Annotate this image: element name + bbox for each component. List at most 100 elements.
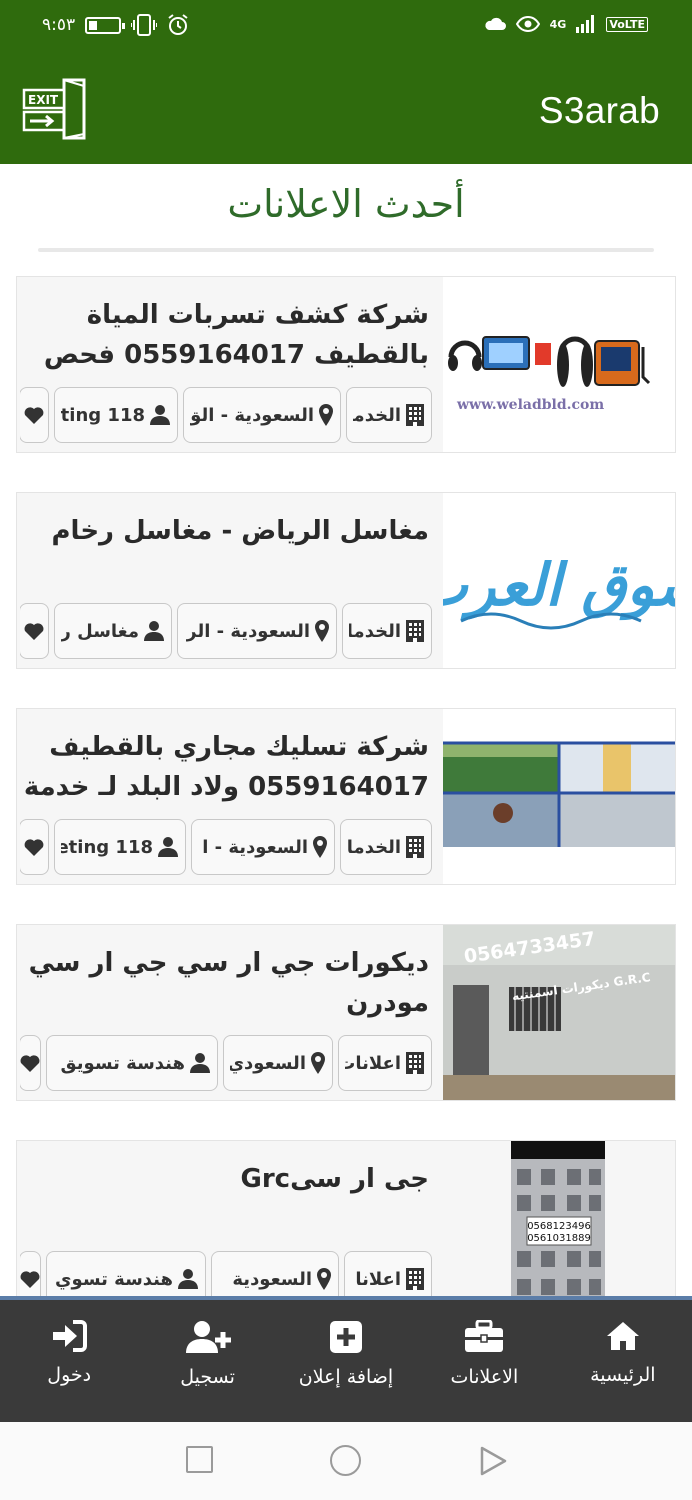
volte-badge: VoLTE <box>606 16 648 32</box>
user-label: rketing 118 <box>61 836 153 858</box>
thumbnail-phone: 0568123496 <box>527 1221 591 1232</box>
nav-home[interactable]: الرئيسية <box>554 1300 692 1422</box>
ad-card[interactable]: شركة تسليك مجاري بالقطيف 0559164017 ولاد… <box>16 708 676 885</box>
map-marker-icon <box>319 404 333 426</box>
user-chip[interactable]: هندسة تسويق <box>46 1035 218 1091</box>
heart-icon <box>24 407 44 424</box>
ad-card[interactable]: 0568123496 0561031889 جى ار سىGrc اعلانا… <box>16 1140 676 1296</box>
user-chip[interactable]: مغاسل ر <box>54 603 172 659</box>
ad-thumbnail[interactable]: 0568123496 0561031889 <box>443 1141 675 1296</box>
nav-register[interactable]: تسجيل <box>138 1300 276 1422</box>
map-marker-icon <box>313 836 327 858</box>
ad-meta: الخدما السعودية - الق keting 118 <box>20 387 432 443</box>
category-chip[interactable]: الخدما <box>342 603 432 659</box>
heart-icon <box>20 1055 40 1072</box>
location-chip[interactable]: السعودية - الق <box>183 387 341 443</box>
ad-card[interactable]: www.weladbld.com شركة كشف تسربات المياة … <box>16 276 676 453</box>
building-facade-image: 0568123496 0561031889 <box>443 1141 675 1296</box>
user-chip[interactable]: هندسة تسوي <box>46 1251 206 1296</box>
user-label: هندسة تسوي <box>55 1268 173 1290</box>
ad-thumbnail[interactable]: www.weladbld.com <box>443 277 675 452</box>
nav-register-label: تسجيل <box>180 1366 235 1388</box>
ad-card[interactable]: سوق العرب مغاسل الرياض - مغاسل رخام الخد… <box>16 492 676 669</box>
building-icon <box>406 836 424 858</box>
heart-icon <box>20 1271 40 1288</box>
status-time: ٩:٥٣ <box>42 15 76 35</box>
briefcase-icon <box>465 1320 504 1352</box>
system-nav-bar <box>0 1422 692 1500</box>
nav-add-ad[interactable]: إضافة إعلان <box>277 1300 415 1422</box>
user-label: مغاسل ر <box>61 620 139 642</box>
ad-thumbnail[interactable] <box>443 709 675 884</box>
app-bar: EXIT S3arab <box>0 56 692 164</box>
location-label: السعودية - ا <box>202 836 308 858</box>
location-chip[interactable]: السعودية - الر <box>177 603 337 659</box>
location-chip[interactable]: السعودي <box>223 1035 333 1091</box>
ad-title[interactable]: شركة كشف تسربات المياة بالقطيف 055916401… <box>19 295 429 387</box>
ad-title[interactable]: شركة تسليك مجاري بالقطيف 0559164017 ولاد… <box>19 727 429 819</box>
favorite-button[interactable] <box>20 1035 41 1091</box>
nav-ads-label: الاعلانات <box>450 1366 519 1388</box>
location-label: السعودية <box>232 1268 312 1290</box>
user-chip[interactable]: rketing 118 <box>54 819 186 875</box>
ad-card[interactable]: 0564733457 ديكورات اسمنتيه G.R.C ديكورات… <box>16 924 676 1101</box>
category-chip[interactable]: الخدما <box>346 387 432 443</box>
ad-title[interactable]: جى ار سىGrc <box>19 1159 429 1251</box>
logo-text: سوق العرب <box>443 551 675 621</box>
nav-login-label: دخول <box>47 1364 92 1386</box>
favorite-button[interactable] <box>20 1251 41 1296</box>
back-icon[interactable] <box>478 1446 508 1476</box>
map-marker-icon <box>317 1268 331 1290</box>
nav-login[interactable]: دخول <box>0 1300 138 1422</box>
cloud-icon <box>485 17 506 30</box>
location-chip[interactable]: السعودية - ا <box>191 819 335 875</box>
location-chip[interactable]: السعودية <box>211 1251 339 1296</box>
exit-icon[interactable]: EXIT <box>22 78 86 140</box>
status-bar: ٩:٥٣ 4G VoLTE <box>0 0 692 56</box>
category-label: الخدما <box>349 620 401 642</box>
sign-in-icon <box>53 1320 88 1352</box>
ad-meta: الخدما السعودية - الر مغاسل ر <box>20 603 432 659</box>
category-label: الخدما <box>353 404 401 426</box>
ad-thumbnail[interactable]: سوق العرب <box>443 493 675 668</box>
nav-add-ad-label: إضافة إعلان <box>298 1366 394 1388</box>
category-chip[interactable]: اعلانا <box>344 1251 432 1296</box>
user-chip[interactable]: keting 118 <box>54 387 178 443</box>
ad-meta: الخدما السعودية - ا rketing 118 <box>20 819 432 875</box>
ad-title[interactable]: مغاسل الرياض - مغاسل رخام <box>19 511 430 603</box>
building-icon <box>406 404 424 426</box>
thumbnail-caption: www.weladbld.com <box>456 397 604 413</box>
category-label: اعلانات <box>345 1052 401 1074</box>
location-label: السعودية - الر <box>186 620 310 642</box>
home-button[interactable] <box>330 1445 361 1476</box>
nav-ads[interactable]: الاعلانات <box>415 1300 553 1422</box>
user-label: هندسة تسويق <box>60 1052 185 1074</box>
user-label: keting 118 <box>61 404 145 426</box>
favorite-button[interactable] <box>20 819 49 875</box>
drain-cleaning-image <box>443 709 675 884</box>
ad-title[interactable]: ديكورات جي ار سي جي ار سي مودرن <box>19 943 429 1035</box>
eye-icon <box>515 15 540 33</box>
user-icon <box>158 837 178 857</box>
building-icon <box>406 1052 424 1074</box>
user-icon <box>150 405 170 425</box>
plus-square-icon <box>329 1321 362 1353</box>
favorite-button[interactable] <box>20 603 49 659</box>
heart-icon <box>24 623 44 640</box>
category-chip[interactable]: اعلانات <box>338 1035 432 1091</box>
category-chip[interactable]: الخدما <box>340 819 432 875</box>
page-title: أحدث الاعلانات <box>227 182 465 226</box>
favorite-button[interactable] <box>20 387 49 443</box>
network-type: 4G <box>549 17 567 31</box>
user-icon <box>144 621 164 641</box>
vibrate-icon <box>131 14 158 36</box>
ad-thumbnail[interactable]: 0564733457 ديكورات اسمنتيه G.R.C <box>443 925 675 1100</box>
heart-icon <box>24 839 44 856</box>
recents-button[interactable] <box>186 1446 213 1473</box>
ad-meta: اعلانات السعودي هندسة تسويق <box>20 1035 432 1091</box>
nav-home-label: الرئيسية <box>590 1364 656 1386</box>
user-icon <box>190 1053 210 1073</box>
ads-list[interactable]: www.weladbld.com شركة كشف تسربات المياة … <box>16 276 676 1296</box>
user-plus-icon <box>185 1321 231 1353</box>
home-icon <box>606 1322 639 1350</box>
